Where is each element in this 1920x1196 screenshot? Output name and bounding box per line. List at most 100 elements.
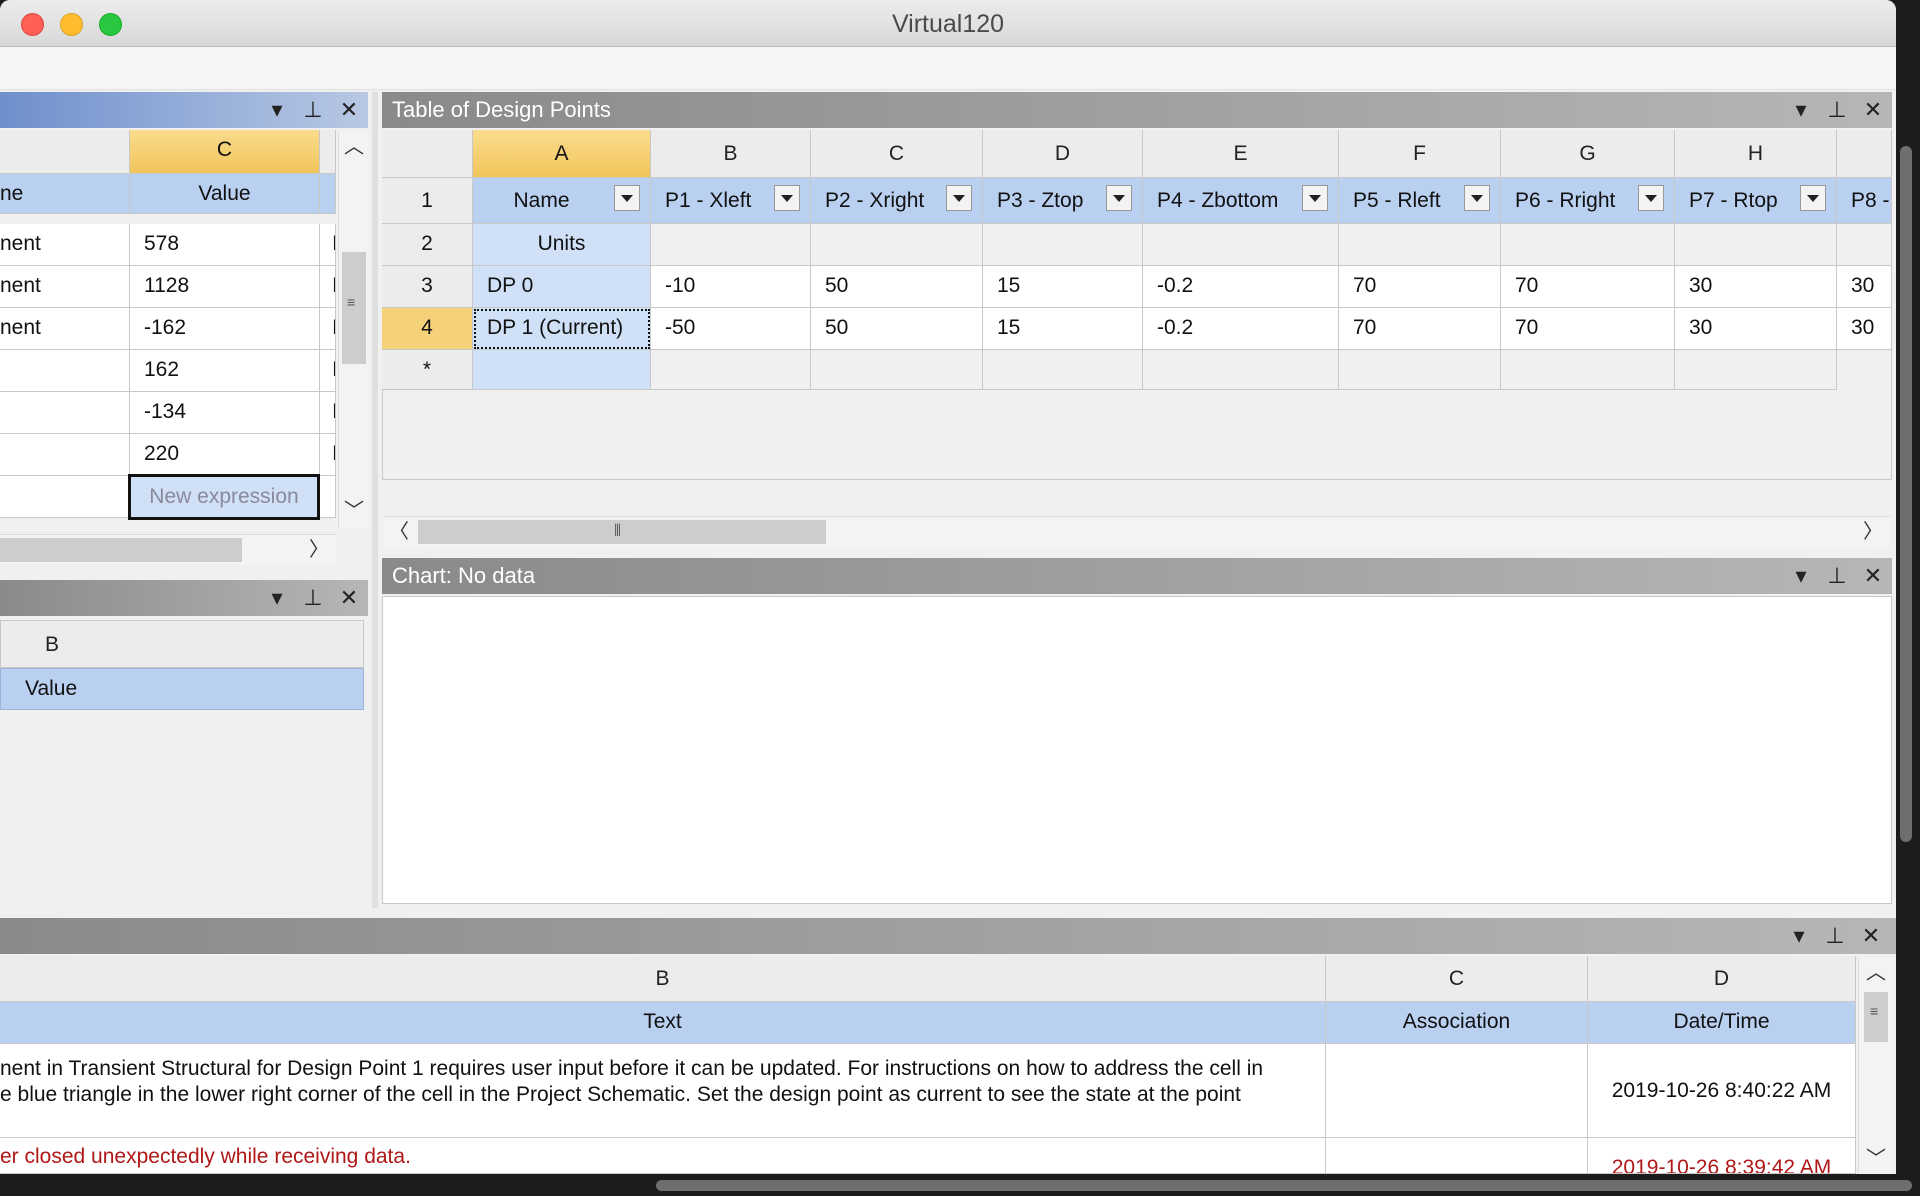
scroll-down-icon[interactable]: ﹀ <box>1861 1144 1891 1174</box>
column-header-d[interactable]: D <box>983 130 1143 178</box>
param-unit-cell[interactable]: I <box>320 392 336 434</box>
design-point-value-cell[interactable]: 50 <box>811 308 983 350</box>
param-value-cell[interactable]: 1128 <box>130 266 320 308</box>
row-header-3[interactable]: 3 <box>382 266 473 308</box>
horizontal-scrollbar[interactable]: 〉 <box>0 534 336 565</box>
column-header-e[interactable]: E <box>1143 130 1339 178</box>
new-row-cell[interactable] <box>1143 350 1339 390</box>
param-name-cell[interactable]: nent <box>0 224 130 266</box>
column-header-f[interactable]: F <box>1339 130 1501 178</box>
param-header-p2[interactable]: P2 - Xright <box>811 178 983 224</box>
param-unit-cell[interactable]: I <box>320 224 336 266</box>
design-point-value-cell[interactable]: 50 <box>811 266 983 308</box>
scroll-down-icon[interactable]: ﹀ <box>339 496 369 526</box>
param-header-p4[interactable]: P4 - Zbottom <box>1143 178 1339 224</box>
pin-icon[interactable]: ⊥ <box>1822 92 1852 128</box>
column-header-d-partial[interactable] <box>320 130 336 174</box>
unit-cell[interactable] <box>811 224 983 266</box>
column-header-b[interactable]: B <box>0 620 364 668</box>
message-association-cell[interactable] <box>1326 1138 1588 1174</box>
chart-area[interactable] <box>382 596 1892 904</box>
column-header-b[interactable]: B <box>0 956 1326 1002</box>
row-header-new[interactable]: * <box>382 350 473 390</box>
unit-cell[interactable] <box>1501 224 1675 266</box>
units-label-cell[interactable]: Units <box>473 224 651 266</box>
new-row-cell[interactable] <box>1675 350 1837 390</box>
panel-menu-dropdown-icon[interactable]: ▾ <box>1786 92 1816 128</box>
corner-cell[interactable] <box>382 130 473 178</box>
design-point-value-cell[interactable]: -0.2 <box>1143 266 1339 308</box>
scroll-up-icon[interactable]: ︿ <box>1861 958 1891 988</box>
dropdown-arrow-icon[interactable] <box>1464 185 1490 211</box>
dropdown-arrow-icon[interactable] <box>774 185 800 211</box>
param-value-cell[interactable]: 578 <box>130 224 320 266</box>
row-header-1[interactable]: 1 <box>382 178 473 224</box>
new-row-cell[interactable] <box>1339 350 1501 390</box>
param-name-cell[interactable] <box>0 350 130 392</box>
pin-icon[interactable]: ⊥ <box>1822 558 1852 594</box>
scroll-thumb[interactable]: ⦀ <box>418 520 826 544</box>
pin-icon[interactable]: ⊥ <box>298 92 328 128</box>
column-header-b[interactable]: B <box>651 130 811 178</box>
design-point-value-cell[interactable]: 70 <box>1339 308 1501 350</box>
close-icon[interactable]: ✕ <box>334 92 364 128</box>
scroll-up-icon[interactable]: ︿ <box>339 132 369 162</box>
design-point-value-cell[interactable]: -10 <box>651 266 811 308</box>
dropdown-arrow-icon[interactable] <box>614 185 640 211</box>
scroll-thumb[interactable]: ≡ <box>1864 992 1888 1042</box>
new-row-cell[interactable] <box>1501 350 1675 390</box>
close-icon[interactable]: ✕ <box>334 580 364 616</box>
pin-icon[interactable]: ⊥ <box>298 580 328 616</box>
param-value-cell[interactable]: 220 <box>130 434 320 476</box>
horizontal-scrollbar[interactable]: 〈 ⦀ 〉 <box>384 516 1890 547</box>
column-header-c[interactable]: C <box>1326 956 1588 1002</box>
design-point-value-cell[interactable]: 30 <box>1675 266 1837 308</box>
close-icon[interactable]: ✕ <box>1856 918 1886 954</box>
param-value-cell[interactable]: 162 <box>130 350 320 392</box>
design-point-name-cell-selected[interactable]: DP 1 (Current) <box>473 308 651 350</box>
row-header-2[interactable]: 2 <box>382 224 473 266</box>
scroll-right-icon[interactable]: 〉 <box>304 535 334 565</box>
dropdown-arrow-icon[interactable] <box>1302 185 1328 211</box>
scroll-right-icon[interactable]: 〉 <box>1858 517 1888 547</box>
column-header-h[interactable]: H <box>1675 130 1837 178</box>
design-point-value-cell[interactable]: 70 <box>1501 308 1675 350</box>
param-name-cell[interactable] <box>0 392 130 434</box>
param-name-cell[interactable] <box>0 434 130 476</box>
column-header-g[interactable]: G <box>1501 130 1675 178</box>
dropdown-arrow-icon[interactable] <box>1638 185 1664 211</box>
design-point-value-cell[interactable]: 30 <box>1837 308 1892 350</box>
unit-cell[interactable] <box>1675 224 1837 266</box>
param-value-cell[interactable]: -134 <box>130 392 320 434</box>
pin-icon[interactable]: ⊥ <box>1820 918 1850 954</box>
scroll-thumb[interactable]: ≡ <box>342 252 366 364</box>
panel-menu-dropdown-icon[interactable]: ▾ <box>262 580 292 616</box>
param-name-cell[interactable]: nent <box>0 266 130 308</box>
message-text-cell[interactable]: nent in Transient Structural for Design … <box>0 1044 1326 1138</box>
design-point-value-cell[interactable]: 30 <box>1837 266 1892 308</box>
unit-cell[interactable] <box>1143 224 1339 266</box>
column-header-i-partial[interactable] <box>1837 130 1892 178</box>
param-unit-cell-empty[interactable] <box>320 476 336 518</box>
new-design-point-cell[interactable] <box>473 350 651 390</box>
new-row-cell[interactable] <box>651 350 811 390</box>
param-header-p8[interactable]: P8 - <box>1837 178 1892 224</box>
new-row-cell[interactable] <box>811 350 983 390</box>
message-datetime-cell[interactable]: 2019-10-26 8:39:42 AM <box>1588 1138 1856 1174</box>
new-row-cell[interactable] <box>983 350 1143 390</box>
new-expression-cell[interactable]: New expression <box>128 474 320 520</box>
column-header-b-partial[interactable] <box>0 130 130 174</box>
panel-menu-dropdown-icon[interactable]: ▾ <box>262 92 292 128</box>
vertical-scrollbar[interactable]: ︿ ≡ ﹀ <box>1858 958 1893 1174</box>
design-point-value-cell[interactable]: 70 <box>1501 266 1675 308</box>
design-point-value-cell[interactable]: -0.2 <box>1143 308 1339 350</box>
message-text-cell[interactable]: er closed unexpectedly while receiving d… <box>0 1138 1326 1174</box>
design-point-value-cell[interactable]: 30 <box>1675 308 1837 350</box>
splitter[interactable] <box>372 92 378 908</box>
row-header-4[interactable]: 4 <box>382 308 473 350</box>
message-datetime-cell[interactable]: 2019-10-26 8:40:22 AM <box>1588 1044 1856 1138</box>
param-header-p5[interactable]: P5 - Rleft <box>1339 178 1501 224</box>
column-header-c[interactable]: C <box>130 130 320 174</box>
design-point-value-cell[interactable]: 70 <box>1339 266 1501 308</box>
window-vertical-scroll-thumb[interactable] <box>1900 146 1912 842</box>
